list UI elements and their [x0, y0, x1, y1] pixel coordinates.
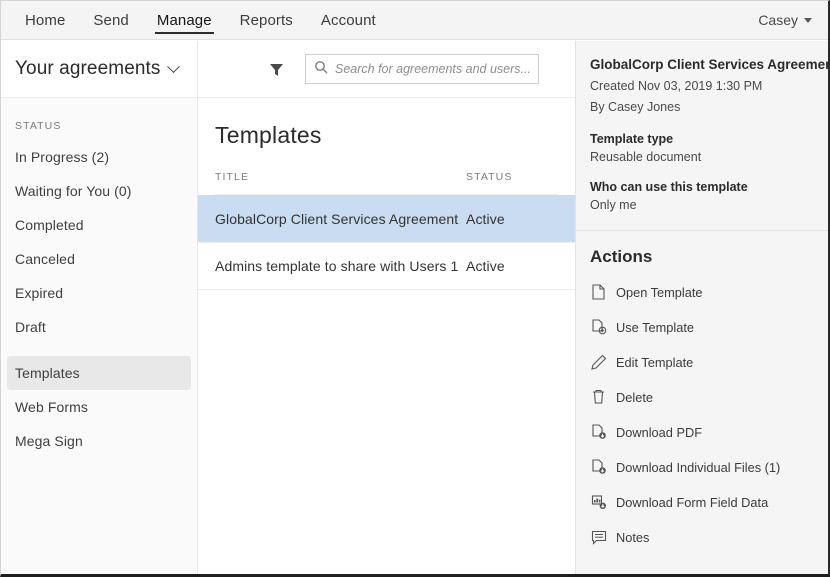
sidebar-item-label: Templates	[15, 365, 80, 381]
table-row[interactable]: GlobalCorp Client Services Agreement Act…	[198, 195, 575, 242]
search-input[interactable]	[335, 62, 530, 76]
nav-item-label: Account	[320, 11, 376, 29]
sidebar-item-label: Web Forms	[15, 399, 88, 415]
user-menu[interactable]: Casey	[748, 1, 828, 39]
action-label: Use Template	[616, 319, 695, 335]
chevron-down-icon	[166, 59, 180, 73]
actions-heading: Actions	[590, 246, 653, 266]
table-row[interactable]: Admins template to share with Users 1 Ac…	[198, 242, 575, 289]
sidebar-item-label: Expired	[15, 285, 64, 301]
column-header-title: TITLE	[215, 171, 250, 183]
sidebar-item-label: Canceled	[15, 251, 75, 267]
detail-created-date: Created Nov 03, 2019 1:30 PM	[590, 78, 763, 93]
row-status: Active	[466, 258, 505, 274]
row-status: Active	[466, 210, 505, 227]
detail-template-type-label: Template type	[590, 131, 674, 146]
action-label: Edit Template	[616, 354, 694, 370]
nav-item-home[interactable]: Home	[11, 1, 79, 39]
nav-item-account[interactable]: Account	[307, 1, 390, 39]
action-label: Download Form Field Data	[616, 494, 769, 510]
action-use-template[interactable]: Use Template	[590, 310, 814, 345]
sidebar-item-canceled[interactable]: Canceled	[7, 242, 191, 276]
sidebar-item-label: Draft	[15, 319, 46, 335]
trash-icon	[590, 389, 607, 406]
chevron-down-icon	[804, 17, 812, 23]
document-download-icon	[590, 424, 607, 441]
sidebar-item-label: Waiting for You (0)	[15, 183, 132, 199]
sidebar-status-list: In Progress (2) Waiting for You (0) Comp…	[1, 140, 197, 458]
sidebar-title: Your agreements	[15, 58, 161, 79]
templates-table: TITLE STATUS GlobalCorp Client Services …	[198, 171, 575, 290]
detail-who-label: Who can use this template	[590, 179, 748, 194]
sidebar-item-expired[interactable]: Expired	[7, 276, 191, 310]
column-header-status: STATUS	[466, 171, 513, 183]
nav-item-label: Send	[93, 11, 129, 29]
nav-item-reports[interactable]: Reports	[226, 1, 307, 39]
detail-panel: GlobalCorp Client Services Agreement Cre…	[575, 41, 828, 574]
nav-item-label: Reports	[239, 11, 293, 29]
detail-author: By Casey Jones	[590, 99, 681, 114]
detail-template-type: Template type Reusable document	[590, 132, 814, 164]
action-label: Delete	[616, 389, 653, 405]
detail-title: GlobalCorp Client Services Agreement	[590, 57, 828, 72]
nav-item-label: Manage	[156, 11, 212, 29]
search-icon	[314, 60, 328, 79]
document-plus-icon	[590, 319, 607, 336]
sidebar-item-label: Mega Sign	[15, 433, 83, 449]
document-download-icon	[590, 459, 607, 476]
row-title: GlobalCorp Client Services Agreement	[215, 210, 459, 227]
detail-who-can-use: Who can use this template Only me	[590, 180, 814, 212]
content-area: Templates TITLE STATUS GlobalCorp Client…	[198, 41, 575, 574]
action-download-pdf[interactable]: Download PDF	[590, 415, 814, 450]
sidebar-group-separator	[7, 344, 191, 356]
sidebar-item-templates[interactable]: Templates	[7, 356, 191, 390]
search-box[interactable]	[305, 54, 539, 84]
action-label: Notes	[616, 529, 650, 545]
application-window: Home Send Manage Reports Account Casey Y…	[0, 0, 830, 577]
action-label: Open Template	[616, 284, 703, 300]
filter-funnel-icon[interactable]	[268, 61, 285, 78]
detail-template-type-value: Reusable document	[590, 149, 702, 164]
sidebar-item-waiting-for-you[interactable]: Waiting for You (0)	[7, 174, 191, 208]
action-download-form-field-data[interactable]: Download Form Field Data	[590, 485, 814, 520]
speech-bubble-icon	[590, 529, 607, 546]
nav-item-send[interactable]: Send	[79, 1, 142, 39]
sidebar: Your agreements STATUS In Progress (2) W…	[1, 41, 198, 574]
action-notes[interactable]: Notes	[590, 520, 814, 555]
sidebar-item-draft[interactable]: Draft	[7, 310, 191, 344]
action-edit-template[interactable]: Edit Template	[590, 345, 814, 380]
sidebar-agreements-dropdown[interactable]: Your agreements	[1, 41, 197, 98]
sidebar-item-completed[interactable]: Completed	[7, 208, 191, 242]
pencil-icon	[590, 354, 607, 371]
sidebar-status-heading: STATUS	[15, 120, 62, 132]
action-delete[interactable]: Delete	[590, 380, 814, 415]
top-navigation-bar: Home Send Manage Reports Account Casey	[1, 1, 828, 40]
action-label: Download Individual Files (1)	[616, 459, 781, 475]
sidebar-item-label: In Progress (2)	[15, 149, 110, 165]
detail-who-value: Only me	[590, 197, 637, 212]
action-download-individual-files[interactable]: Download Individual Files (1)	[590, 450, 814, 485]
action-label: Download PDF	[616, 424, 703, 440]
table-header-row: TITLE STATUS	[215, 171, 558, 195]
sidebar-item-web-forms[interactable]: Web Forms	[7, 390, 191, 424]
sidebar-item-mega-sign[interactable]: Mega Sign	[7, 424, 191, 458]
sidebar-item-label: Completed	[15, 217, 84, 233]
sidebar-item-in-progress[interactable]: In Progress (2)	[7, 140, 191, 174]
row-title: Admins template to share with Users 1	[215, 258, 459, 274]
table-footer-divider	[198, 289, 575, 290]
page-title: Templates	[215, 122, 322, 148]
user-menu-label: Casey	[758, 12, 798, 28]
nav-item-manage[interactable]: Manage	[143, 1, 226, 39]
content-toolbar	[198, 41, 575, 98]
action-open-template[interactable]: Open Template	[590, 275, 814, 310]
main-layout: Your agreements STATUS In Progress (2) W…	[1, 41, 828, 574]
form-data-download-icon	[590, 494, 607, 511]
nav-item-label: Home	[25, 11, 66, 29]
document-icon	[590, 284, 607, 301]
